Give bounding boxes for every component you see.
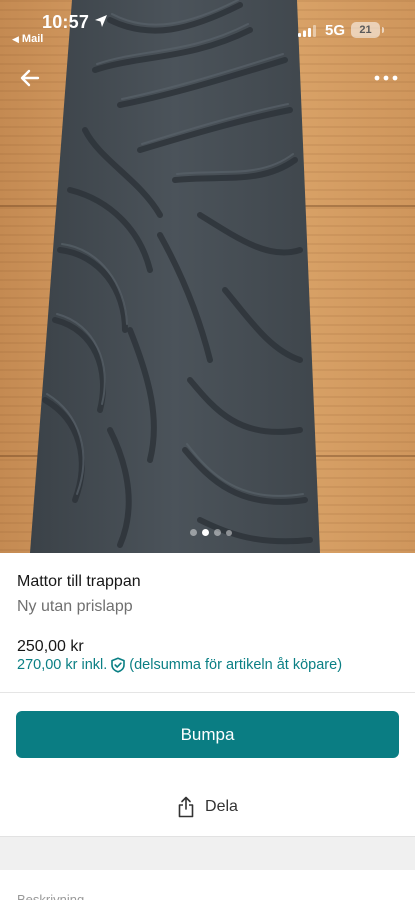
battery-indicator: 21	[351, 22, 384, 38]
back-arrow-icon[interactable]	[18, 66, 42, 90]
more-options-icon[interactable]	[373, 68, 399, 88]
price-incl-note: (delsumma för artikeln åt köpare)	[129, 657, 343, 673]
back-app-label: Mail	[21, 33, 44, 45]
divider	[0, 692, 415, 693]
battery-level: 21	[359, 24, 372, 36]
status-time: 10:57	[42, 12, 90, 32]
back-triangle-icon: ◀	[12, 33, 19, 44]
share-icon	[178, 796, 194, 818]
item-title: Mattor till trappan	[17, 573, 141, 590]
carousel-dot-active[interactable]	[202, 529, 209, 536]
carousel-dot[interactable]	[226, 529, 232, 536]
cellular-signal-icon	[298, 25, 316, 37]
share-button[interactable]: Dela	[0, 791, 415, 823]
carousel-indicator[interactable]	[190, 529, 232, 536]
location-arrow-icon	[95, 15, 107, 27]
share-label: Dela	[205, 798, 238, 815]
rug-image	[30, 0, 320, 553]
carousel-dot[interactable]	[214, 529, 221, 536]
description-heading: Beskrivning	[17, 892, 85, 900]
item-price: 250,00 kr	[17, 638, 84, 655]
buyer-price-info[interactable]: 270,00 kr inkl. (delsumma för artikeln å…	[17, 657, 342, 673]
network-type: 5G	[325, 22, 346, 39]
item-condition: Ny utan prislapp	[17, 598, 133, 615]
price-incl-amount: 270,00 kr inkl.	[17, 657, 108, 673]
section-separator	[0, 836, 415, 870]
status-bar: 10:57 ◀ Mail 5G 21	[0, 0, 415, 52]
back-to-app-link[interactable]: ◀ Mail	[12, 33, 43, 45]
shield-check-icon	[111, 657, 126, 673]
bump-button[interactable]: Bumpa	[16, 711, 399, 758]
carousel-dot[interactable]	[190, 529, 197, 536]
listing-photo[interactable]: 10:57 ◀ Mail 5G 21	[0, 0, 415, 553]
